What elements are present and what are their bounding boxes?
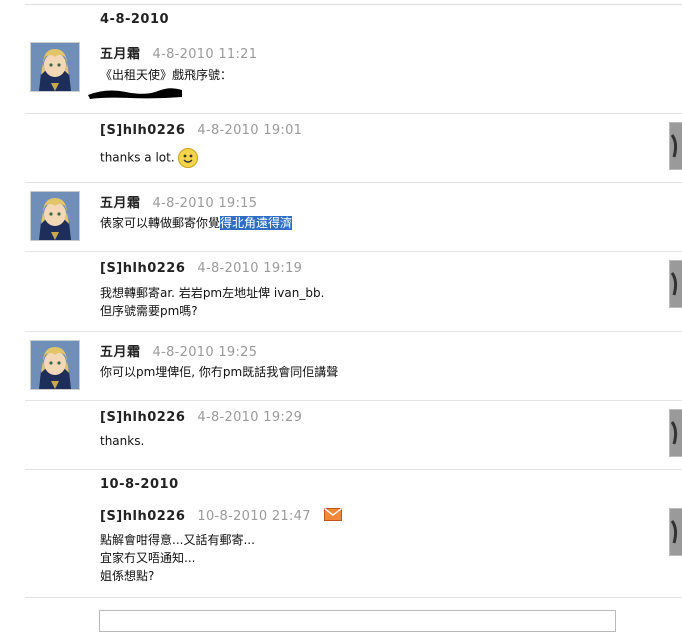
message-author[interactable]: 五月霜 4-8-2010 19:15	[100, 192, 257, 211]
saber-avatar-icon	[31, 43, 79, 91]
saber-avatar-icon	[31, 192, 79, 240]
saber-avatar-icon	[31, 341, 79, 389]
top-border	[25, 4, 682, 5]
message-text: 俵家可以轉做郵寄你覺得北角遠得濟	[100, 216, 293, 230]
separator	[25, 182, 682, 183]
message-author[interactable]: [S]hlh0226 10-8-2010 21:47	[100, 507, 342, 525]
message-author[interactable]: [S]hlh0226 4-8-2010 19:29	[100, 410, 302, 425]
message-author[interactable]: 五月霜 4-8-2010 11:21	[100, 43, 257, 62]
smiley-icon	[178, 148, 199, 168]
user-avatar-icon[interactable]	[669, 508, 682, 556]
selected-text[interactable]: 得北角遠得濟	[220, 216, 293, 230]
message-text: 你可以pm埋俾佢, 你冇pm既話我會同佢講聲	[100, 365, 339, 379]
user-avatar-icon[interactable]	[669, 122, 682, 170]
separator	[25, 469, 682, 470]
user-avatar-icon[interactable]	[669, 260, 682, 308]
separator	[25, 113, 682, 114]
avatar[interactable]	[30, 42, 80, 92]
message-author[interactable]: 五月霜 4-8-2010 19:25	[100, 341, 257, 360]
separator	[25, 251, 682, 252]
message-text: thanks.	[100, 434, 145, 448]
date-header: 10-8-2010	[100, 477, 179, 492]
message-text: 《出租天使》戲飛序號：	[100, 68, 233, 82]
user-avatar-icon[interactable]	[669, 409, 682, 457]
message-author[interactable]: [S]hlh0226 4-8-2010 19:01	[100, 123, 302, 138]
message-author[interactable]: [S]hlh0226 4-8-2010 19:19	[100, 261, 302, 276]
avatar[interactable]	[30, 340, 80, 390]
date-header: 4-8-2010	[100, 12, 170, 27]
message-text: thanks a lot.	[100, 148, 199, 168]
message-text: 我想轉郵寄ar. 岩岩pm左地址俾 ivan_bb. 但序號需要pm嗎?	[100, 286, 325, 318]
separator	[25, 597, 682, 598]
message-text: 點解會咁得意...又話有郵寄... 宜家冇又唔通知... 姐係想點?	[100, 533, 255, 583]
reply-textarea[interactable]	[99, 610, 616, 632]
envelope-icon[interactable]	[323, 507, 342, 525]
avatar[interactable]	[30, 191, 80, 241]
redacted-scribble	[88, 88, 182, 99]
separator	[25, 331, 682, 332]
separator	[25, 400, 682, 401]
